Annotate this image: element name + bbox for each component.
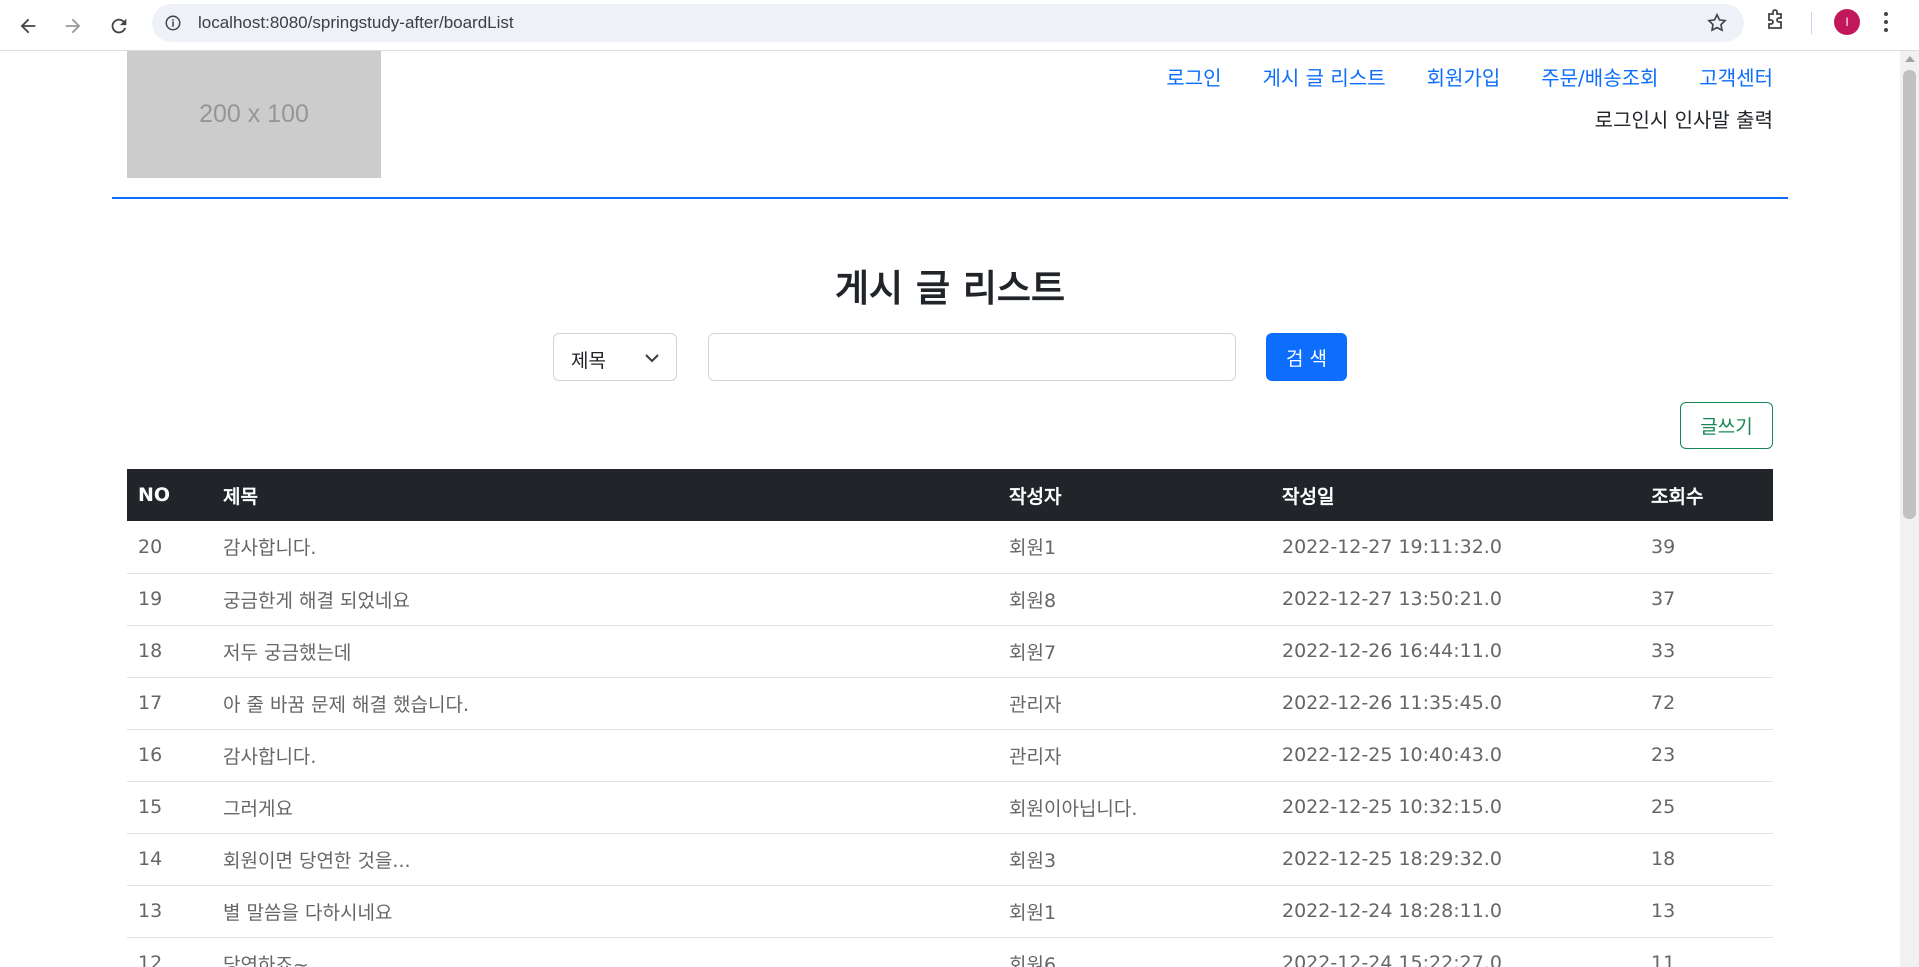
post-date: 2022-12-24 15:22:27.0 — [1271, 937, 1640, 967]
search-keyword-input[interactable] — [708, 333, 1236, 381]
toolbar-divider — [1811, 12, 1812, 34]
nav-signup[interactable]: 회원가입 — [1427, 62, 1501, 91]
profile-avatar[interactable]: I — [1834, 9, 1860, 35]
post-no: 20 — [127, 521, 212, 574]
table-row: 14 회원이면 당연한 것을... 회원3 2022-12-25 18:29:3… — [127, 833, 1773, 886]
table-row: 12 당연하죠~ 회원6 2022-12-24 15:22:27.0 11 — [127, 937, 1773, 967]
post-no: 14 — [127, 833, 212, 886]
post-date: 2022-12-27 13:50:21.0 — [1271, 573, 1640, 626]
scroll-up-arrow-icon[interactable] — [1905, 56, 1915, 62]
reload-icon[interactable] — [99, 6, 139, 46]
post-views: 37 — [1640, 573, 1773, 626]
post-writer: 회원6 — [998, 937, 1271, 967]
post-views: 25 — [1640, 781, 1773, 834]
post-title-link[interactable]: 그러게요 — [212, 781, 998, 834]
post-title-link[interactable]: 아 줄 바꿈 문제 해결 했습니다. — [212, 677, 998, 730]
search-button[interactable]: 검 색 — [1266, 333, 1347, 381]
post-writer: 회원3 — [998, 833, 1271, 886]
board-table: NO 제목 작성자 작성일 조회수 20 감사합니다. 회원1 2022-12-… — [127, 469, 1773, 967]
site-info-icon[interactable] — [164, 14, 182, 32]
post-writer: 회원1 — [998, 521, 1271, 574]
nav-login[interactable]: 로그인 — [1166, 62, 1221, 91]
post-title-link[interactable]: 별 말씀을 다하시네요 — [212, 885, 998, 938]
column-header-date: 작성일 — [1271, 469, 1640, 521]
kebab-menu-icon[interactable] — [1882, 10, 1890, 34]
post-no: 12 — [127, 937, 212, 967]
table-row: 19 궁금한게 해결 되었네요 회원8 2022-12-27 13:50:21.… — [127, 573, 1773, 626]
nav-order-tracking[interactable]: 주문/배송조회 — [1541, 62, 1658, 91]
table-row: 18 저두 궁금했는데 회원7 2022-12-26 16:44:11.0 33 — [127, 625, 1773, 678]
search-type-select[interactable]: 제목 — [553, 333, 677, 381]
post-views: 33 — [1640, 625, 1773, 678]
browser-toolbar: localhost:8080/springstudy-after/boardLi… — [0, 0, 1919, 51]
column-header-title: 제목 — [212, 469, 998, 521]
post-date: 2022-12-27 19:11:32.0 — [1271, 521, 1640, 574]
search-type-value: 제목 — [571, 350, 606, 372]
top-navigation: 로그인 게시 글 리스트 회원가입 주문/배송조회 고객센터 — [1125, 62, 1773, 91]
post-views: 18 — [1640, 833, 1773, 886]
post-writer: 회원7 — [998, 625, 1271, 678]
post-no: 17 — [127, 677, 212, 730]
post-writer: 관리자 — [998, 677, 1271, 730]
column-header-writer: 작성자 — [998, 469, 1271, 521]
chevron-down-icon — [645, 354, 659, 363]
post-date: 2022-12-25 18:29:32.0 — [1271, 833, 1640, 886]
post-writer: 회원이아닙니다. — [998, 781, 1271, 834]
post-title-link[interactable]: 감사합니다. — [212, 729, 998, 782]
table-row: 20 감사합니다. 회원1 2022-12-27 19:11:32.0 39 — [127, 521, 1773, 574]
page-title: 게시 글 리스트 — [834, 267, 1065, 310]
post-views: 39 — [1640, 521, 1773, 574]
forward-arrow-icon[interactable] — [53, 6, 93, 46]
post-date: 2022-12-26 16:44:11.0 — [1271, 625, 1640, 678]
nav-customer-center[interactable]: 고객센터 — [1699, 62, 1773, 91]
post-title-link[interactable]: 궁금한게 해결 되었네요 — [212, 573, 998, 626]
post-views: 23 — [1640, 729, 1773, 782]
table-row: 17 아 줄 바꿈 문제 해결 했습니다. 관리자 2022-12-26 11:… — [127, 677, 1773, 730]
login-greeting: 로그인시 인사말 출력 — [1594, 108, 1773, 132]
column-header-no: NO — [127, 469, 212, 521]
table-row: 16 감사합니다. 관리자 2022-12-25 10:40:43.0 23 — [127, 729, 1773, 782]
post-no: 13 — [127, 885, 212, 938]
url-text[interactable]: localhost:8080/springstudy-after/boardLi… — [198, 13, 514, 33]
post-no: 16 — [127, 729, 212, 782]
post-writer: 회원1 — [998, 885, 1271, 938]
scrollbar-thumb[interactable] — [1903, 70, 1916, 519]
post-no: 18 — [127, 625, 212, 678]
table-row: 13 별 말씀을 다하시네요 회원1 2022-12-24 18:28:11.0… — [127, 885, 1773, 938]
extensions-icon[interactable] — [1763, 8, 1787, 32]
post-no: 15 — [127, 781, 212, 834]
bookmark-star-icon[interactable] — [1706, 12, 1728, 34]
post-views: 11 — [1640, 937, 1773, 967]
back-arrow-icon[interactable] — [8, 6, 48, 46]
post-title-link[interactable]: 저두 궁금했는데 — [212, 625, 998, 678]
post-writer: 회원8 — [998, 573, 1271, 626]
nav-board-list[interactable]: 게시 글 리스트 — [1263, 62, 1386, 91]
post-views: 72 — [1640, 677, 1773, 730]
table-header-row: NO 제목 작성자 작성일 조회수 — [127, 469, 1773, 521]
post-title-link[interactable]: 당연하죠~ — [212, 937, 998, 967]
write-post-button[interactable]: 글쓰기 — [1680, 402, 1773, 449]
table-row: 15 그러게요 회원이아닙니다. 2022-12-25 10:32:15.0 2… — [127, 781, 1773, 834]
page-scrollbar[interactable] — [1900, 51, 1919, 967]
post-date: 2022-12-25 10:40:43.0 — [1271, 729, 1640, 782]
post-date: 2022-12-26 11:35:45.0 — [1271, 677, 1640, 730]
post-writer: 관리자 — [998, 729, 1271, 782]
post-no: 19 — [127, 573, 212, 626]
post-title-link[interactable]: 감사합니다. — [212, 521, 998, 574]
post-date: 2022-12-25 10:32:15.0 — [1271, 781, 1640, 834]
logo-placeholder[interactable]: 200 x 100 — [127, 51, 381, 178]
column-header-views: 조회수 — [1640, 469, 1773, 521]
post-date: 2022-12-24 18:28:11.0 — [1271, 885, 1640, 938]
post-title-link[interactable]: 회원이면 당연한 것을... — [212, 833, 998, 886]
post-views: 13 — [1640, 885, 1773, 938]
header-divider — [112, 197, 1788, 199]
address-bar[interactable]: localhost:8080/springstudy-after/boardLi… — [152, 4, 1744, 42]
